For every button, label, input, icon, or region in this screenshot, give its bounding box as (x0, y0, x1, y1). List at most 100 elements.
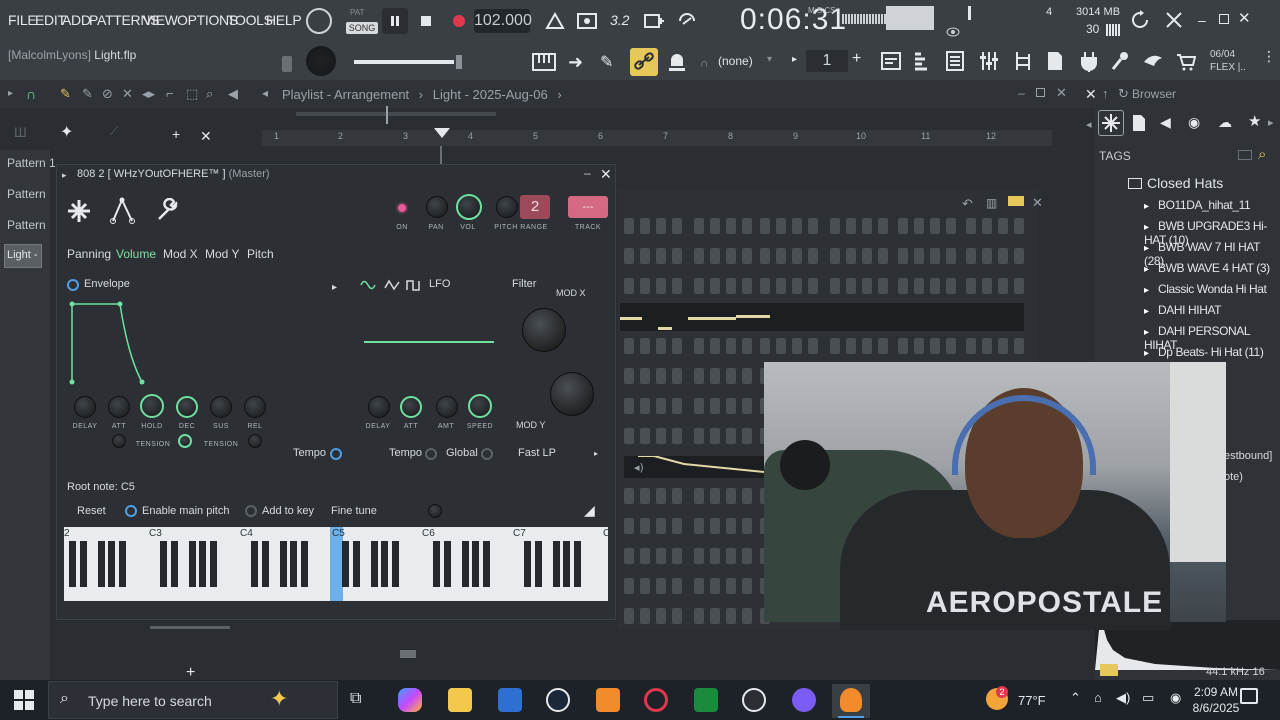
magnet-icon[interactable]: ∩ (26, 86, 36, 102)
step-button[interactable] (878, 338, 888, 354)
step-button[interactable] (672, 548, 682, 564)
filter-mod-x-knob[interactable] (522, 308, 566, 352)
step-button[interactable] (760, 248, 770, 264)
tempo-display[interactable]: 102.000 (474, 9, 532, 33)
step-button[interactable] (776, 278, 786, 294)
step-button[interactable] (982, 248, 992, 264)
filter-type-arrow-icon[interactable]: ▸ (594, 449, 598, 458)
draw-tool-icon[interactable]: ✎ (60, 86, 71, 102)
notifications-icon[interactable] (1240, 688, 1258, 704)
filter-type-select[interactable]: Fast LP (518, 447, 556, 459)
env-tempo-toggle[interactable] (330, 448, 342, 460)
black-key[interactable] (262, 541, 269, 587)
black-key[interactable] (553, 541, 560, 587)
remove-track-icon[interactable]: ✕ (200, 128, 212, 145)
playlist-close-icon[interactable]: ✕ (1056, 85, 1067, 101)
slip-tool-icon[interactable]: ◂▸ (142, 86, 155, 102)
step-button[interactable] (914, 248, 924, 264)
attack-tension-knob[interactable] (112, 434, 126, 448)
step-button[interactable] (640, 248, 650, 264)
stop-button[interactable] (413, 8, 439, 34)
step-button[interactable] (792, 338, 802, 354)
step-button[interactable] (998, 248, 1008, 264)
step-button[interactable] (710, 578, 720, 594)
pause-button[interactable] (382, 8, 408, 34)
step-button[interactable] (640, 548, 650, 564)
step-button[interactable] (760, 278, 770, 294)
step-button[interactable] (792, 218, 802, 234)
fl-studio-taskbar-active[interactable] (832, 684, 870, 718)
step-button[interactable] (898, 248, 908, 264)
pattern-item-selected[interactable]: Light - (4, 244, 42, 268)
channel-rack-icon[interactable] (944, 50, 966, 72)
step-button[interactable] (694, 608, 704, 624)
link-icon[interactable] (630, 48, 658, 76)
slice-tool-icon[interactable]: ⌐ (166, 86, 174, 101)
decay-tension-knob[interactable] (178, 434, 192, 448)
master-volume-icon[interactable] (282, 56, 292, 72)
flex-preset-display[interactable]: 06/04 FLEX |.. (1210, 48, 1246, 74)
playlist-minimize-icon[interactable]: – (1018, 86, 1025, 100)
step-button[interactable] (966, 278, 976, 294)
step-button[interactable] (694, 428, 704, 444)
tab-mod-x[interactable]: Mod X (163, 247, 198, 261)
headphones-icon[interactable]: ∩ (700, 56, 709, 70)
pan-knob[interactable] (426, 196, 448, 218)
loop-record-icon[interactable] (676, 10, 698, 32)
black-key[interactable] (69, 541, 76, 587)
filter-mod-y-knob[interactable] (550, 372, 594, 416)
step-button[interactable] (726, 248, 736, 264)
cart-icon[interactable] (1176, 52, 1196, 72)
step-button[interactable] (776, 218, 786, 234)
chevron-down-icon[interactable]: ▾ (767, 54, 772, 65)
browser-left-icon[interactable]: ◂ (1086, 118, 1092, 131)
step-button[interactable] (792, 278, 802, 294)
step-button[interactable] (742, 608, 752, 624)
step-button[interactable] (930, 338, 940, 354)
black-key[interactable] (574, 541, 581, 587)
mixer-track-selector[interactable]: --- (568, 196, 608, 218)
env-sustain-knob[interactable] (210, 396, 232, 418)
maximize-icon[interactable] (1219, 14, 1229, 24)
black-key[interactable] (251, 541, 258, 587)
browser-star-icon[interactable]: ★ (1248, 112, 1261, 130)
step-button[interactable] (982, 338, 992, 354)
countdown-icon[interactable]: 3.2 (610, 12, 629, 28)
playback-tool-icon[interactable]: ◀ (228, 86, 238, 102)
menu-view[interactable]: VIEW (143, 12, 178, 28)
playlist-maximize-icon[interactable] (1036, 88, 1045, 97)
paint-tool-icon[interactable]: ✎ (82, 86, 93, 102)
step-button[interactable] (898, 278, 908, 294)
step-button[interactable] (694, 218, 704, 234)
reset-button[interactable]: Reset (77, 505, 106, 517)
step-button[interactable] (966, 338, 976, 354)
tray-chat-icon[interactable]: ◉ (1170, 690, 1181, 706)
lfo-pulse-icon[interactable] (406, 278, 422, 292)
browser-right-icon[interactable]: ▸ (1268, 116, 1274, 129)
step-button[interactable] (930, 218, 940, 234)
black-key[interactable] (119, 541, 126, 587)
step-button[interactable] (656, 488, 666, 504)
step-button[interactable] (710, 218, 720, 234)
step-button[interactable] (808, 248, 818, 264)
step-button[interactable] (846, 248, 856, 264)
step-button[interactable] (846, 278, 856, 294)
black-key[interactable] (381, 541, 388, 587)
black-key[interactable] (301, 541, 308, 587)
step-button[interactable] (726, 338, 736, 354)
step-button[interactable] (742, 248, 752, 264)
lfo-delay-knob[interactable] (368, 396, 390, 418)
browser-folder-closed-hats[interactable]: Closed Hats (1147, 175, 1223, 191)
taskbar-clock[interactable]: 2:09 AM 8/6/2025 (1188, 684, 1244, 716)
step-button[interactable] (656, 278, 666, 294)
steam-icon[interactable] (546, 688, 570, 712)
channel-on-toggle[interactable] (396, 202, 408, 214)
black-key[interactable] (392, 541, 399, 587)
preview-play-icon[interactable] (1100, 664, 1118, 676)
step-button[interactable] (672, 578, 682, 594)
step-button[interactable] (710, 248, 720, 264)
env-decay-knob[interactable] (176, 396, 198, 418)
step-button[interactable] (726, 218, 736, 234)
step-button[interactable] (710, 278, 720, 294)
black-key[interactable] (189, 541, 196, 587)
